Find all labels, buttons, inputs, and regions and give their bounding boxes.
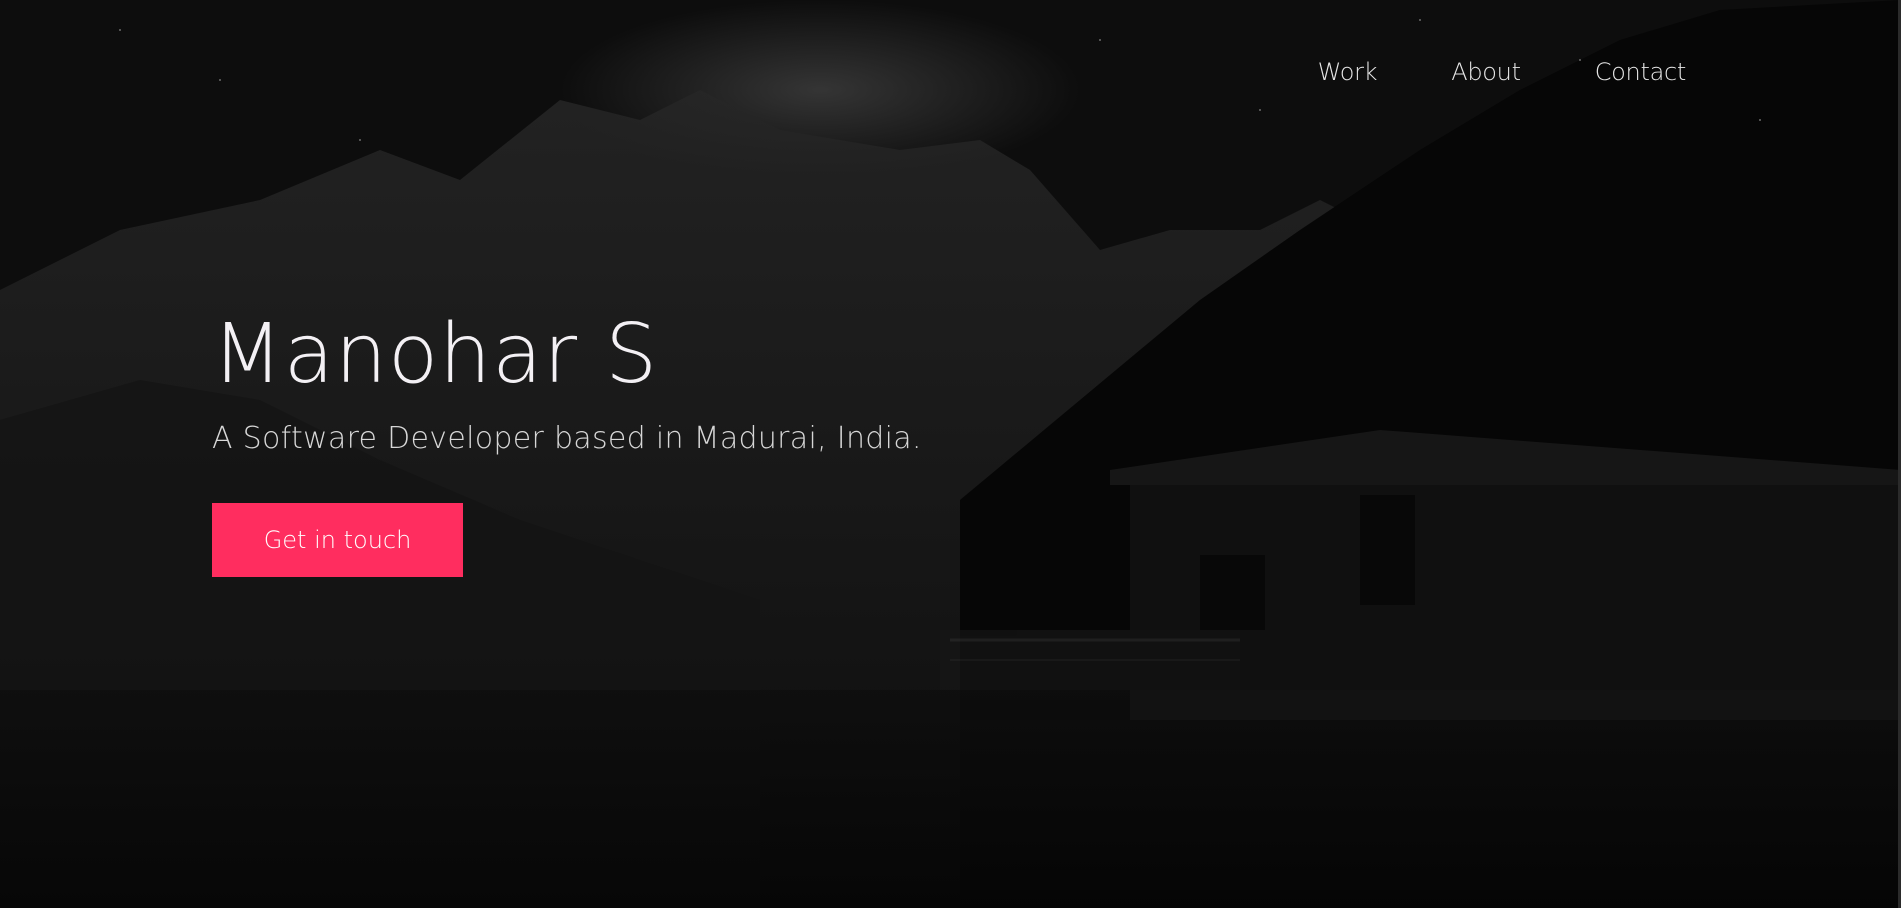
nav-link-contact[interactable]: Contact [1595,52,1687,92]
top-navigation: Work About Contact [1318,52,1687,92]
hero-intro: Manohar S A Software Developer based in … [212,305,922,577]
nav-link-work[interactable]: Work [1318,52,1378,92]
hero-tagline: A Software Developer based in Madurai, I… [212,421,922,456]
hero-section: Work About Contact Manohar S A Software … [0,0,1901,908]
nav-link-about[interactable]: About [1451,52,1521,92]
hero-name-heading: Manohar S [212,307,659,402]
get-in-touch-button[interactable]: Get in touch [212,503,463,577]
